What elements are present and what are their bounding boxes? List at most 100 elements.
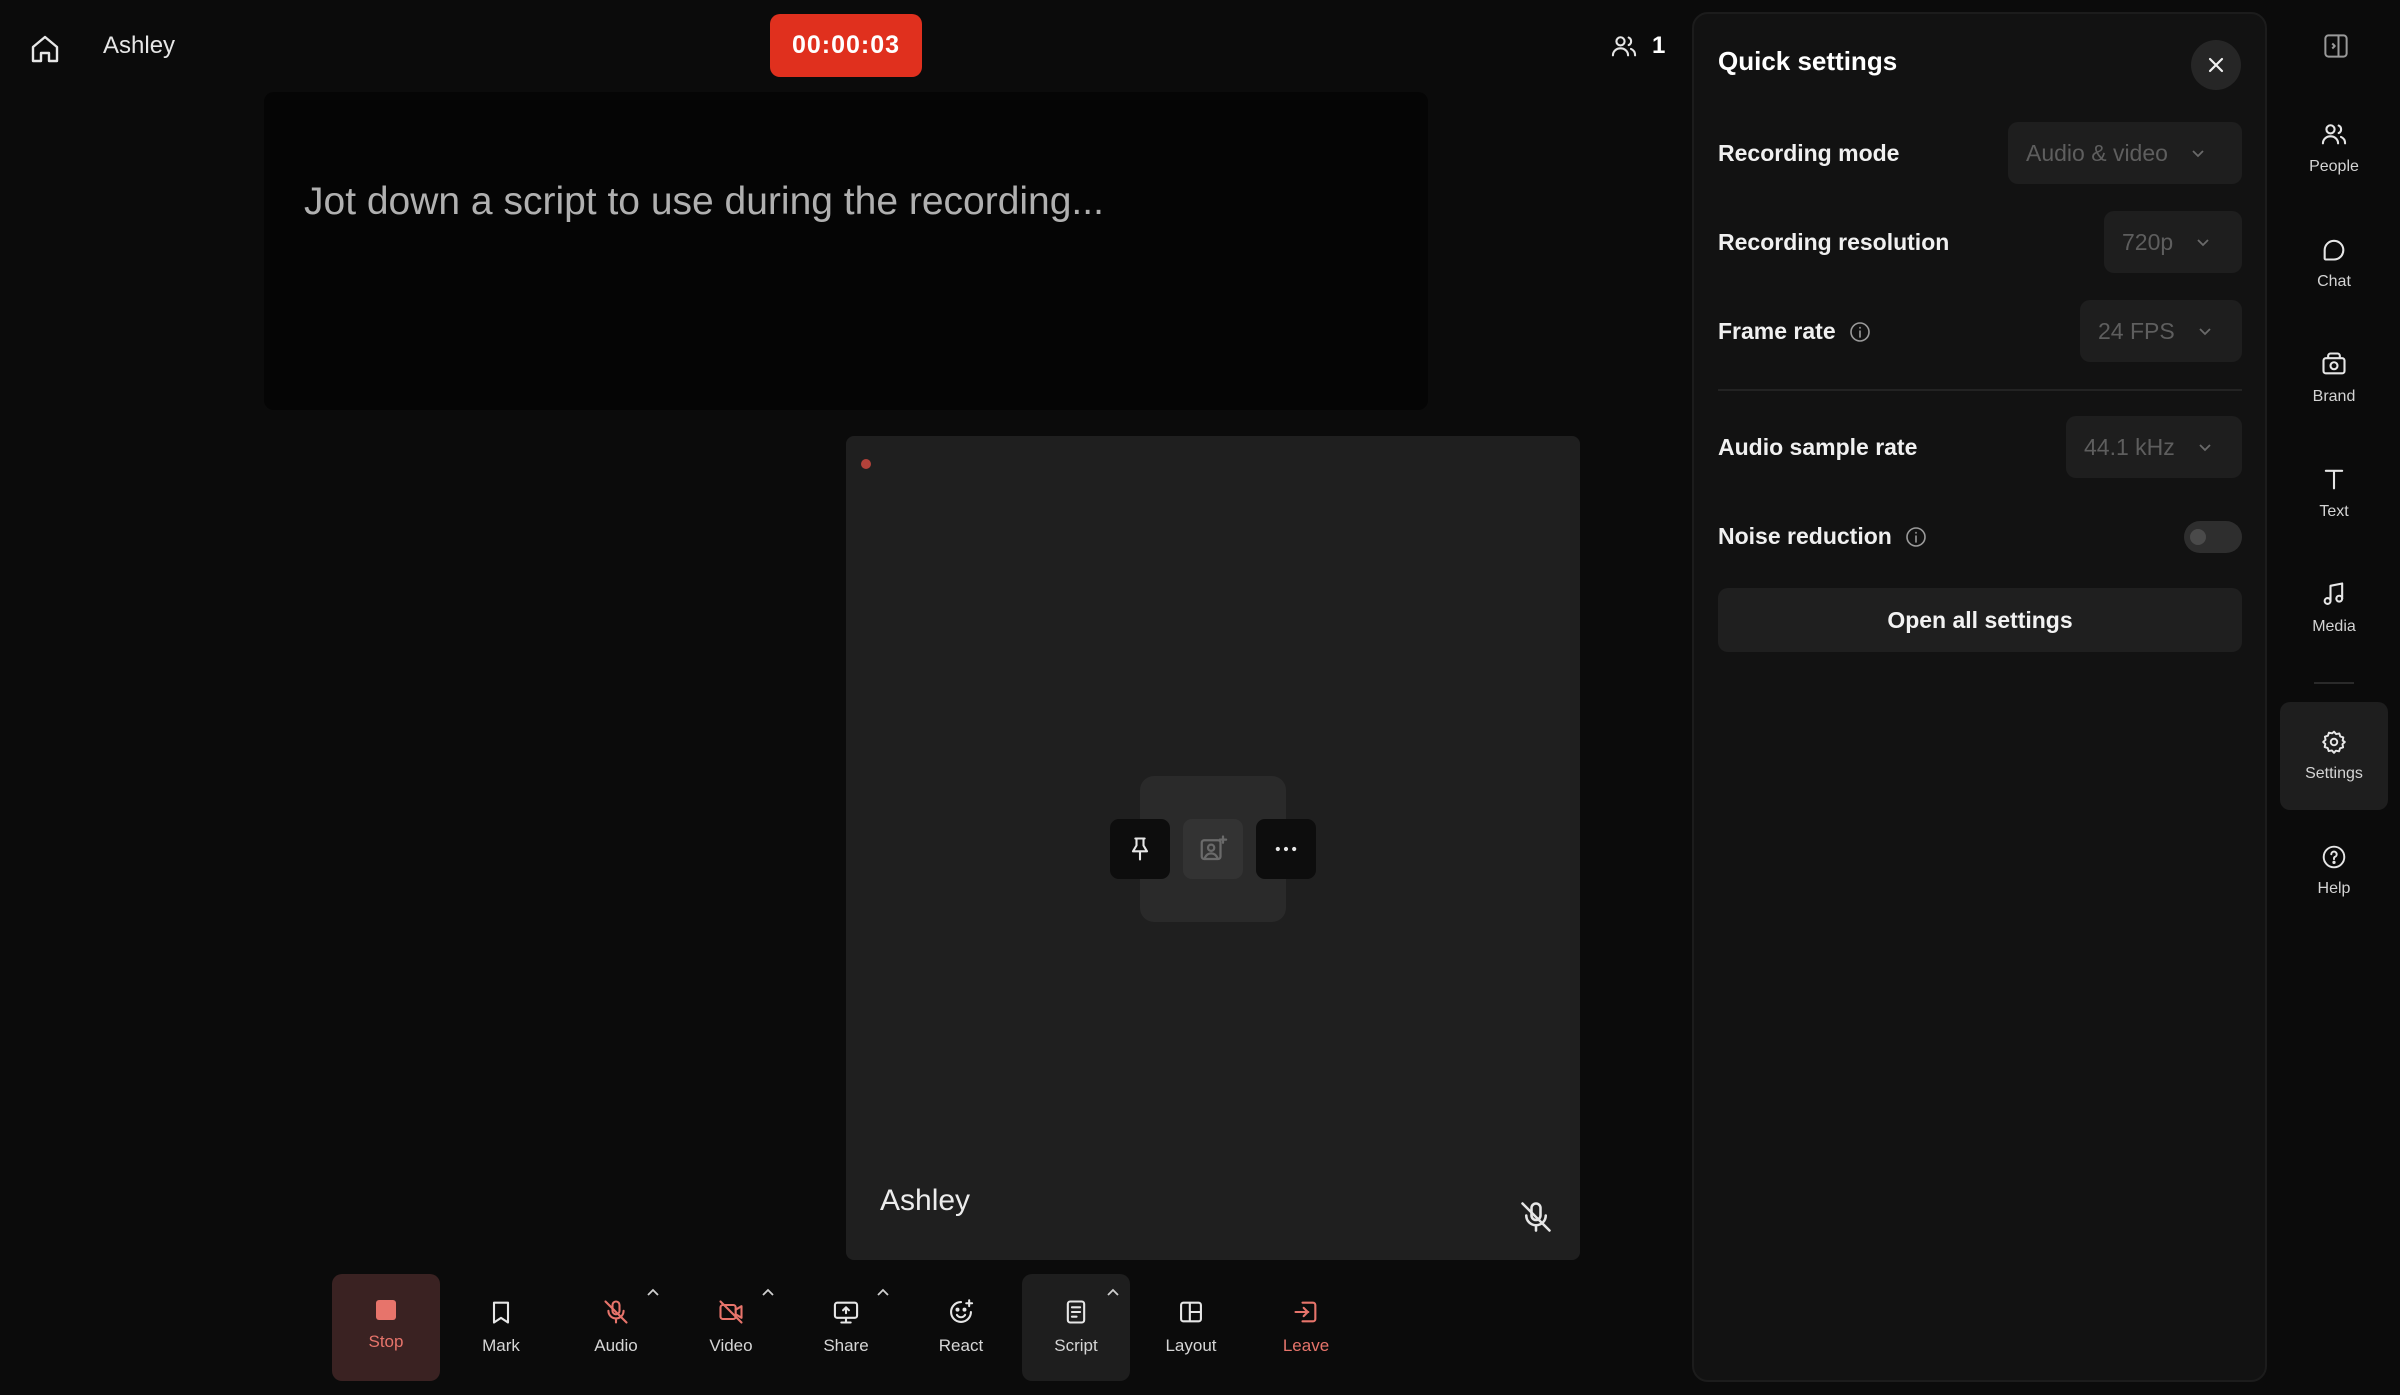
recording-mode-value: Audio & video bbox=[2026, 139, 2168, 166]
stop-label: Stop bbox=[368, 1332, 404, 1351]
rail-label-chat: Chat bbox=[2317, 273, 2351, 290]
more-options-button[interactable] bbox=[1256, 819, 1316, 879]
close-icon bbox=[2208, 57, 2224, 73]
pin-icon bbox=[1131, 837, 1149, 861]
muted-mic-icon bbox=[1518, 1199, 1554, 1235]
info-icon[interactable] bbox=[1848, 320, 1872, 344]
rail-item-people[interactable]: People bbox=[2280, 94, 2388, 202]
layout-icon bbox=[1180, 1301, 1202, 1323]
brand-icon bbox=[2322, 352, 2346, 375]
toggle-knob bbox=[2190, 529, 2206, 545]
mic-off-icon bbox=[604, 1300, 628, 1324]
participant-count-button[interactable]: 1 bbox=[1610, 28, 1665, 64]
recording-mode-select[interactable]: Audio & video bbox=[2008, 122, 2242, 184]
mark-label: Mark bbox=[482, 1336, 520, 1355]
participant-count: 1 bbox=[1652, 32, 1666, 59]
sidebar-toggle-icon bbox=[2324, 34, 2348, 58]
change-avatar-button[interactable] bbox=[1183, 819, 1243, 879]
rail-label-media: Media bbox=[2312, 618, 2356, 635]
home-button[interactable] bbox=[22, 26, 68, 72]
share-label: Share bbox=[823, 1336, 869, 1355]
info-icon[interactable] bbox=[1904, 525, 1928, 549]
layout-button[interactable]: Layout bbox=[1137, 1274, 1245, 1381]
quick-settings-title: Quick settings bbox=[1718, 46, 1898, 76]
people-icon bbox=[1611, 36, 1637, 57]
video-label: Video bbox=[709, 1336, 753, 1355]
quick-settings-panel: Quick settings Recording mode Audio & vi… bbox=[1692, 12, 2267, 1382]
recording-resolution-value: 720p bbox=[2122, 228, 2174, 255]
leave-button[interactable]: Leave bbox=[1252, 1274, 1360, 1381]
react-label: React bbox=[938, 1336, 984, 1355]
noise-reduction-toggle[interactable] bbox=[2184, 521, 2242, 553]
script-editor[interactable]: Jot down a script to use during the reco… bbox=[264, 92, 1428, 410]
rail-label-help: Help bbox=[2317, 880, 2351, 897]
audio-label: Audio bbox=[594, 1336, 638, 1355]
react-button[interactable]: React bbox=[907, 1274, 1015, 1381]
rail-item-help[interactable]: Help bbox=[2280, 817, 2388, 925]
rail-label-brand: Brand bbox=[2312, 388, 2356, 405]
script-icon bbox=[1066, 1300, 1086, 1324]
chevron-down-icon bbox=[2199, 444, 2211, 452]
music-icon bbox=[2323, 582, 2344, 605]
stop-icon bbox=[376, 1300, 396, 1320]
bookmark-icon bbox=[492, 1301, 510, 1324]
close-quick-settings-button[interactable] bbox=[2191, 40, 2241, 90]
rail-item-settings[interactable]: Settings bbox=[2280, 702, 2388, 810]
audio-button[interactable]: Audio bbox=[562, 1274, 670, 1381]
chevron-down-icon bbox=[2199, 328, 2211, 336]
recording-timer: 00:00:03 bbox=[770, 14, 922, 77]
frame-rate-label: Frame rate bbox=[1718, 318, 1872, 345]
share-options-caret-icon[interactable] bbox=[876, 1288, 890, 1298]
script-button[interactable]: Script bbox=[1022, 1274, 1130, 1381]
image-sparkle-icon bbox=[1200, 835, 1228, 861]
rail-item-text[interactable]: Text bbox=[2280, 439, 2388, 547]
recording-indicator bbox=[861, 459, 871, 469]
script-placeholder: Jot down a script to use during the reco… bbox=[304, 180, 1104, 223]
tile-participant-name: Ashley bbox=[880, 1184, 971, 1217]
rail-divider bbox=[2314, 682, 2354, 684]
frame-rate-select[interactable]: 24 FPS bbox=[2080, 300, 2242, 362]
rail-label-people: People bbox=[2309, 158, 2359, 175]
rail-item-media[interactable]: Media bbox=[2280, 554, 2388, 662]
rail-item-brand[interactable]: Brand bbox=[2280, 324, 2388, 432]
pin-button[interactable] bbox=[1110, 819, 1170, 879]
recording-resolution-select[interactable]: 720p bbox=[2104, 211, 2242, 273]
emoji-icon bbox=[950, 1299, 974, 1323]
stop-button[interactable]: Stop bbox=[332, 1274, 440, 1381]
home-icon bbox=[31, 35, 59, 63]
audio-options-caret-icon[interactable] bbox=[646, 1288, 660, 1298]
noise-reduction-label: Noise reduction bbox=[1718, 523, 1928, 550]
screen-share-icon bbox=[833, 1301, 859, 1324]
gear-icon bbox=[2322, 730, 2346, 754]
open-all-settings-button[interactable]: Open all settings bbox=[1718, 588, 2242, 652]
participant-tile[interactable]: Ashley bbox=[846, 436, 1580, 1260]
people-icon bbox=[2321, 124, 2347, 145]
help-icon bbox=[2322, 845, 2346, 869]
chevron-down-icon bbox=[2197, 239, 2209, 247]
rail-label-text: Text bbox=[2319, 503, 2349, 520]
audio-sample-rate-value: 44.1 kHz bbox=[2084, 433, 2175, 460]
toggle-panel-button[interactable] bbox=[2316, 26, 2356, 66]
rail-label-settings: Settings bbox=[2305, 765, 2363, 782]
audio-sample-rate-label: Audio sample rate bbox=[1718, 434, 1918, 460]
mark-button[interactable]: Mark bbox=[447, 1274, 555, 1381]
settings-divider bbox=[1718, 389, 2242, 391]
script-label: Script bbox=[1054, 1336, 1098, 1355]
camera-off-icon bbox=[719, 1300, 743, 1324]
script-options-caret-icon[interactable] bbox=[1106, 1288, 1120, 1298]
session-name: Ashley bbox=[103, 32, 176, 59]
layout-label: Layout bbox=[1165, 1336, 1217, 1355]
rail-item-chat[interactable]: Chat bbox=[2280, 209, 2388, 317]
share-button[interactable]: Share bbox=[792, 1274, 900, 1381]
leave-icon bbox=[1294, 1301, 1317, 1323]
recording-resolution-label: Recording resolution bbox=[1718, 229, 1950, 255]
video-button[interactable]: Video bbox=[677, 1274, 785, 1381]
chat-icon bbox=[2323, 239, 2345, 261]
text-icon bbox=[2324, 469, 2344, 490]
audio-sample-rate-select[interactable]: 44.1 kHz bbox=[2066, 416, 2242, 478]
video-options-caret-icon[interactable] bbox=[761, 1288, 775, 1298]
frame-rate-value: 24 FPS bbox=[2098, 317, 2175, 344]
recording-mode-label: Recording mode bbox=[1718, 140, 1900, 166]
chevron-down-icon bbox=[2192, 150, 2204, 158]
leave-label: Leave bbox=[1282, 1336, 1330, 1355]
